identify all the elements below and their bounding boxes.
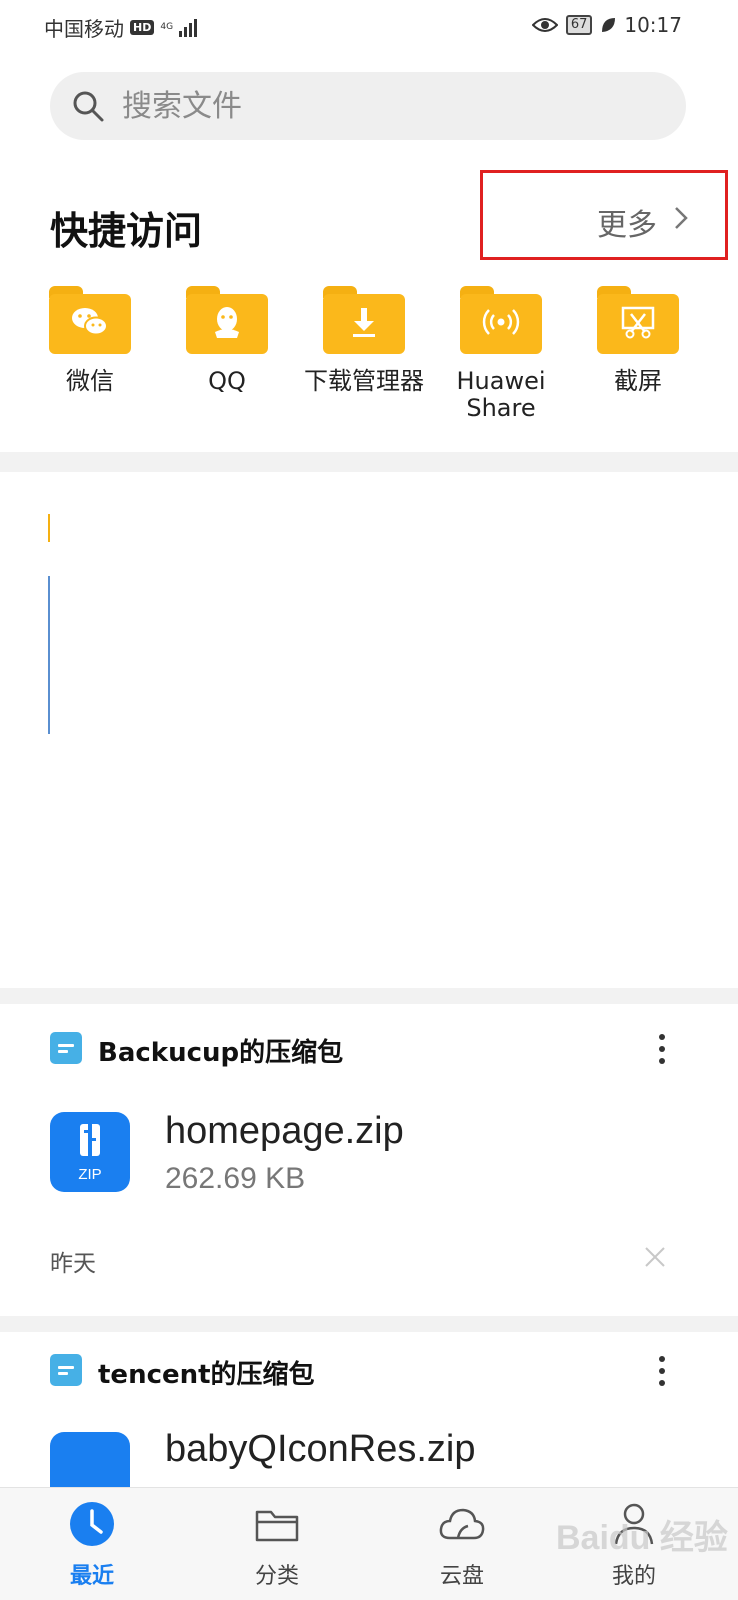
- download-icon: [353, 308, 375, 337]
- card-title: Backucup的压缩包: [98, 1038, 344, 1068]
- folder-icon: [255, 1510, 299, 1542]
- nav-label: 最近: [69, 1564, 114, 1589]
- recent-card[interactable]: Backucup的压缩包 ZIP homepage.zip 262.69 KB …: [0, 1004, 738, 1316]
- leaf-icon: [602, 18, 616, 32]
- document-icon: [50, 1354, 82, 1386]
- recent-card[interactable]: tencent的压缩包 babyQIconRes.zip: [0, 1332, 738, 1512]
- recent-summary-card: [0, 472, 738, 988]
- quick-item-label: Huawei Share: [456, 367, 546, 422]
- nav-label: 我的: [611, 1564, 656, 1589]
- nav-tab-recent[interactable]: 最近: [32, 1488, 152, 1600]
- quick-item-screenshot[interactable]: 截屏: [568, 286, 708, 395]
- file-size: 262.69 KB: [165, 1162, 306, 1195]
- huawei-share-icon: [482, 309, 520, 335]
- screenshot-icon: [621, 306, 655, 339]
- battery-indicator: 67: [565, 15, 593, 35]
- huawei-share-folder-icon: [460, 286, 542, 354]
- quick-item-label: 微信: [66, 367, 114, 395]
- nav-label: 云盘: [439, 1564, 484, 1589]
- quick-item-label: 截屏: [614, 367, 662, 395]
- zip-file-icon[interactable]: ZIP: [50, 1112, 130, 1192]
- qq-icon: [215, 307, 239, 338]
- wechat-icon: [72, 308, 108, 336]
- more-options-icon[interactable]: [658, 1034, 666, 1070]
- more-button[interactable]: 更多: [480, 170, 728, 260]
- carrier-label: 中国移动: [44, 17, 124, 41]
- quick-item-label: 下载管理器: [304, 367, 424, 395]
- quick-item-huawei-share[interactable]: Huawei Share: [431, 286, 571, 422]
- clock-time: 10:17: [624, 13, 682, 37]
- zip-type-label: ZIP: [78, 1166, 102, 1183]
- baidu-watermark: Baidu 经验: [556, 1519, 728, 1557]
- qq-folder-icon: [186, 286, 268, 354]
- download-folder-icon: [323, 286, 405, 354]
- quick-item-qq[interactable]: QQ: [157, 286, 297, 395]
- nav-tab-cloud[interactable]: 云盘: [402, 1488, 522, 1600]
- quick-access-panel: 快捷访问 更多 微信 QQ: [0, 52, 738, 452]
- card-accent-line: [48, 514, 50, 542]
- clock-icon: [70, 1502, 114, 1546]
- signal-icon: [179, 18, 198, 37]
- search-icon: [73, 91, 104, 122]
- nav-label: 分类: [254, 1564, 299, 1589]
- chevron-right-icon: [675, 207, 688, 229]
- quick-item-download-manager[interactable]: 下载管理器: [294, 286, 434, 395]
- close-icon[interactable]: [644, 1246, 666, 1268]
- quick-access-title: 快捷访问: [50, 209, 203, 253]
- status-bar: 中国移动 HD 4G 67 10:17: [0, 0, 738, 52]
- quick-item-wechat[interactable]: 微信: [20, 286, 160, 395]
- card-date: 昨天: [50, 1251, 96, 1277]
- screenshot-folder-icon: [597, 286, 679, 354]
- file-name[interactable]: babyQIconRes.zip: [165, 1428, 476, 1471]
- wechat-folder-icon: [49, 286, 131, 354]
- file-name[interactable]: homepage.zip: [165, 1110, 404, 1153]
- search-bar[interactable]: [50, 72, 686, 140]
- network-label: 4G: [160, 22, 174, 32]
- document-icon: [50, 1032, 82, 1064]
- more-options-icon[interactable]: [658, 1356, 666, 1392]
- cloud-icon: [439, 1508, 485, 1540]
- eye-comfort-icon: [531, 18, 558, 32]
- search-input[interactable]: [122, 72, 662, 140]
- hd-badge: HD: [130, 20, 155, 35]
- card-accent-line: [48, 576, 50, 734]
- nav-tab-category[interactable]: 分类: [217, 1488, 337, 1600]
- card-title: tencent的压缩包: [98, 1360, 315, 1390]
- more-label: 更多: [597, 208, 657, 243]
- quick-item-label: QQ: [208, 367, 246, 395]
